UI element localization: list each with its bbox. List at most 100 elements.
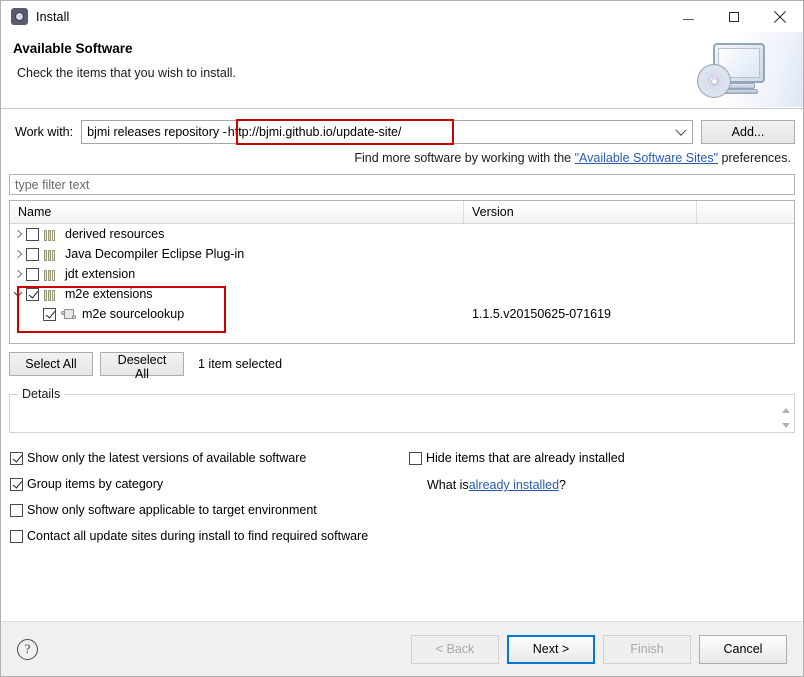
details-frame [9,394,795,433]
option-group-by-category[interactable]: Group items by category [10,471,410,497]
options-left-column: Show only the latest versions of availab… [10,445,410,549]
row-name: derived resources [65,227,165,241]
option-label: Contact all update sites during install … [27,529,369,543]
back-button[interactable]: < Back [411,634,499,664]
work-with-value-url: http://bjmi.github.io/update-site/ [227,125,402,139]
details-scroll-spinner[interactable] [780,408,791,428]
column-header-spacer [697,201,794,223]
chevron-down-icon[interactable] [671,122,691,144]
option-label: Show only the latest versions of availab… [27,451,307,465]
checkbox[interactable] [10,451,23,465]
column-header-name[interactable]: Name [10,201,464,223]
category-icon [44,268,60,281]
dialog-body: Work with: bjmi releases repository -htt… [1,109,803,621]
hint-text-after: preferences. [718,151,792,165]
option-only-applicable-software[interactable]: Show only software applicable to target … [10,497,410,523]
option-contact-all-update-sites[interactable]: Contact all update sites during install … [10,523,410,549]
what-is-text-after: ? [559,478,566,492]
what-is-text-before: What is [427,478,469,492]
table-row[interactable]: Java Decompiler Eclipse Plug-in [10,244,794,264]
dialog-footer: ? < Back Next > Finish Cancel [1,621,803,676]
install-dialog: Install Available Software Check the ite… [0,0,804,677]
option-show-latest-versions[interactable]: Show only the latest versions of availab… [10,445,410,471]
install-gear-icon [11,8,28,25]
row-name: jdt extension [65,267,136,281]
details-group: Details [9,387,795,433]
tree-header: Name Version [10,201,794,224]
maximize-icon [729,11,739,22]
plugin-icon [61,307,77,321]
already-installed-link[interactable]: already installed [469,478,559,492]
chevron-up-icon[interactable] [781,408,790,413]
row-checkbox[interactable] [26,267,39,281]
filter-placeholder: type filter text [15,177,90,192]
chevron-right-icon[interactable] [10,244,26,264]
checkbox[interactable] [10,503,23,517]
help-icon[interactable]: ? [17,638,38,660]
row-checkbox[interactable] [26,247,39,261]
column-header-version[interactable]: Version [464,201,697,223]
work-with-row: Work with: bjmi releases repository -htt… [9,119,795,145]
chevron-right-icon[interactable] [10,224,26,244]
window-title: Install [36,9,70,24]
close-button[interactable] [757,1,803,32]
maximize-button[interactable] [711,1,757,32]
checkbox[interactable] [10,477,23,491]
table-row[interactable]: derived resources [10,224,794,244]
work-with-label: Work with: [15,125,74,139]
tree-body: derived resources Java Decompiler Eclips… [10,224,794,333]
footer-buttons: < Back Next > Finish Cancel [411,634,787,664]
category-icon [44,228,60,241]
table-row[interactable]: m2e sourcelookup 1.1.5.v20150625-071619 [10,304,794,324]
page-title: Available Software [13,41,133,56]
row-checkbox[interactable] [26,287,39,301]
row-checkbox[interactable] [43,307,56,321]
available-software-sites-link[interactable]: "Available Software Sites" [575,151,718,165]
category-icon [44,288,60,301]
add-site-button[interactable]: Add... [701,120,795,144]
details-legend: Details [18,387,65,401]
options-area: Show only the latest versions of availab… [9,445,795,545]
option-hide-installed-items[interactable]: Hide items that are already installed [409,445,804,471]
window-controls [665,1,803,32]
chevron-down-icon[interactable] [781,423,790,428]
finish-button[interactable]: Finish [603,634,691,664]
option-label: Show only software applicable to target … [27,503,317,517]
row-checkbox[interactable] [26,227,39,241]
close-icon [774,10,787,23]
available-sites-hint: Find more software by working with the "… [9,151,795,165]
software-tree[interactable]: Name Version derived resources Java Deco… [9,200,795,344]
work-with-value-prefix: bjmi releases repository - [87,125,227,139]
page-subtitle: Check the items that you wish to install… [17,66,236,80]
work-with-combo[interactable]: bjmi releases repository -http://bjmi.gi… [81,120,693,144]
row-version: 1.1.5.v20150625-071619 [472,307,612,321]
minimize-button[interactable] [665,1,711,32]
checkbox[interactable] [10,529,23,543]
chevron-down-icon[interactable] [10,284,26,304]
row-name: m2e extensions [65,287,153,301]
monitor-cd-icon [675,32,803,107]
row-name: Java Decompiler Eclipse Plug-in [65,247,245,261]
what-is-installed-line: What is already installed? [409,472,804,498]
minimize-icon [682,19,694,20]
select-all-button[interactable]: Select All [9,352,93,376]
cancel-button[interactable]: Cancel [699,634,787,664]
hint-text-before: Find more software by working with the [354,151,575,165]
work-with-combo-wrap: bjmi releases repository -http://bjmi.gi… [81,119,693,145]
option-label: Group items by category [27,477,164,491]
table-row[interactable]: jdt extension [10,264,794,284]
table-row[interactable]: m2e extensions [10,284,794,304]
chevron-right-icon[interactable] [10,264,26,284]
title-bar: Install [1,1,803,32]
row-name: m2e sourcelookup [82,307,185,321]
options-right-column: Hide items that are already installed Wh… [409,445,804,498]
filter-input[interactable]: type filter text [9,174,795,195]
deselect-all-button[interactable]: Deselect All [100,352,184,381]
selection-count-label: 1 item selected [198,357,283,371]
option-label: Hide items that are already installed [426,451,625,465]
checkbox[interactable] [409,451,422,465]
wizard-banner: Available Software Check the items that … [1,32,803,109]
category-icon [44,248,60,261]
next-button[interactable]: Next > [507,634,595,664]
work-with-value: bjmi releases repository -http://bjmi.gi… [82,125,401,139]
